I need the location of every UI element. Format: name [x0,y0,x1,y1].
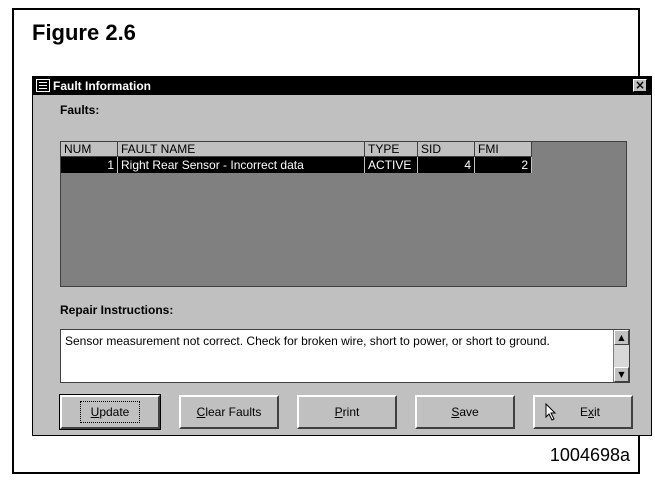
print-label: rint [342,405,360,419]
print-mnemonic: P [334,405,343,419]
scroll-down-icon[interactable]: ▼ [614,367,629,382]
figure-frame: Figure 2.6 Fault Information × Faults: N… [12,8,652,474]
app-icon [36,79,50,92]
column-header-type[interactable]: TYPE [364,142,418,157]
mouse-pointer-icon [545,403,557,421]
title-bar[interactable]: Fault Information × [33,77,651,95]
vertical-scrollbar[interactable]: ▲ ▼ [613,330,629,382]
exit-button[interactable]: Exit [533,395,633,429]
clear-faults-label: lear Faults [205,405,262,419]
fault-information-window: Fault Information × Faults: NUM FAULT NA… [32,76,652,436]
column-header-sid[interactable]: SID [417,142,475,157]
window-title: Fault Information [53,79,151,93]
close-icon[interactable]: × [633,79,647,92]
repair-instructions-text: Sensor measurement not correct. Check fo… [65,334,550,348]
clear-faults-button[interactable]: Clear Faults [179,395,279,429]
figure-title: Figure 2.6 [32,20,136,45]
table-header-row: NUM FAULT NAME TYPE SID FMI [61,142,532,157]
faults-grid[interactable]: NUM FAULT NAME TYPE SID FMI 1 Right Rear… [60,141,627,287]
figure-id: 1004698a [549,445,630,465]
cell-type[interactable]: ACTIVE [364,156,418,173]
update-mnemonic: U [90,405,100,419]
repair-instructions-label: Repair Instructions: [60,303,174,317]
table-row[interactable]: 1 Right Rear Sensor - Incorrect data ACT… [61,156,532,173]
exit-label-wrap: Exit [566,405,600,419]
save-button[interactable]: Save [415,395,515,429]
faults-label: Faults: [60,103,100,117]
faults-table: NUM FAULT NAME TYPE SID FMI 1 Right Rear… [61,142,532,173]
clear-faults-mnemonic: C [196,405,206,419]
column-header-fmi[interactable]: FMI [474,142,532,157]
update-label: pdate [99,405,130,419]
cell-sid[interactable]: 4 [417,156,475,173]
cell-num[interactable]: 1 [61,156,118,173]
exit-label: it [594,405,600,419]
column-header-fault-name[interactable]: FAULT NAME [117,142,365,157]
exit-label-pre: E [579,405,588,419]
cell-fmi[interactable]: 2 [474,156,532,173]
update-button-focus: Update [79,401,141,423]
repair-instructions-box[interactable]: Sensor measurement not correct. Check fo… [60,329,630,383]
print-button[interactable]: Print [297,395,397,429]
update-button[interactable]: Update [59,394,161,430]
cell-fault-name[interactable]: Right Rear Sensor - Incorrect data [117,156,365,173]
column-header-num[interactable]: NUM [61,142,118,157]
scroll-up-icon[interactable]: ▲ [614,330,629,345]
save-label: ave [459,405,479,419]
